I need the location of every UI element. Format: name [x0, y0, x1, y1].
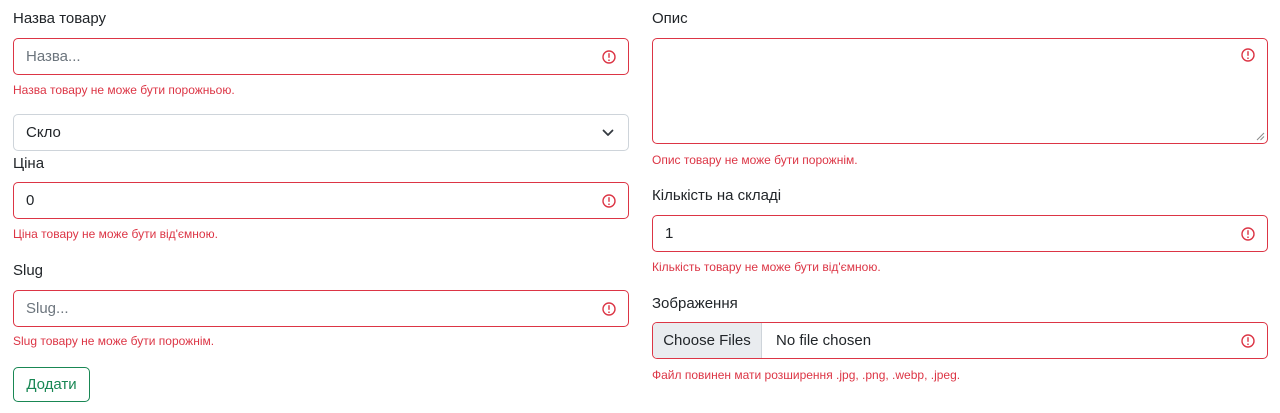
price-input[interactable]: 0 — [13, 182, 629, 219]
slug-label: Slug — [13, 262, 44, 279]
add-button[interactable]: Додати — [13, 367, 90, 402]
description-error: Опис товару не може бути порожнім. — [652, 153, 858, 167]
stock-input[interactable]: 1 — [652, 215, 1268, 252]
resize-grip-icon[interactable] — [1256, 132, 1265, 141]
choose-files-button[interactable]: Choose Files — [653, 323, 762, 358]
exclamation-circle-icon — [1241, 333, 1255, 348]
price-error: Ціна товару не може бути від'ємною. — [13, 227, 218, 241]
exclamation-circle-icon — [1241, 226, 1255, 241]
category-select[interactable]: Скло — [13, 114, 629, 151]
name-error: Назва товару не може бути порожньою. — [13, 83, 235, 97]
image-file-input[interactable]: Choose Files No file chosen — [652, 322, 1268, 359]
price-value: 0 — [26, 192, 35, 209]
slug-placeholder: Slug... — [26, 300, 69, 317]
stock-value: 1 — [665, 225, 674, 242]
slug-error: Slug товару не може бути порожнім. — [13, 334, 215, 348]
image-label: Зображення — [652, 295, 738, 312]
slug-input[interactable]: Slug... — [13, 290, 629, 327]
exclamation-circle-icon — [602, 301, 616, 316]
exclamation-circle-icon — [1241, 48, 1255, 62]
stock-label: Кількість на складі — [652, 187, 782, 204]
stock-error: Кількість товару не може бути від'ємною. — [652, 260, 881, 274]
price-label: Ціна — [13, 155, 45, 172]
exclamation-circle-icon — [602, 193, 616, 208]
description-textarea[interactable] — [652, 38, 1268, 144]
file-status: No file chosen — [776, 332, 872, 349]
image-error: Файл повинен мати розширення .jpg, .png,… — [652, 368, 961, 382]
description-label: Опис — [652, 10, 688, 27]
exclamation-circle-icon — [602, 49, 616, 64]
name-label: Назва товару — [13, 10, 107, 27]
name-placeholder: Назва... — [26, 48, 81, 65]
name-input[interactable]: Назва... — [13, 38, 629, 75]
chevron-down-icon — [602, 129, 614, 136]
category-selected-value: Скло — [26, 124, 61, 141]
